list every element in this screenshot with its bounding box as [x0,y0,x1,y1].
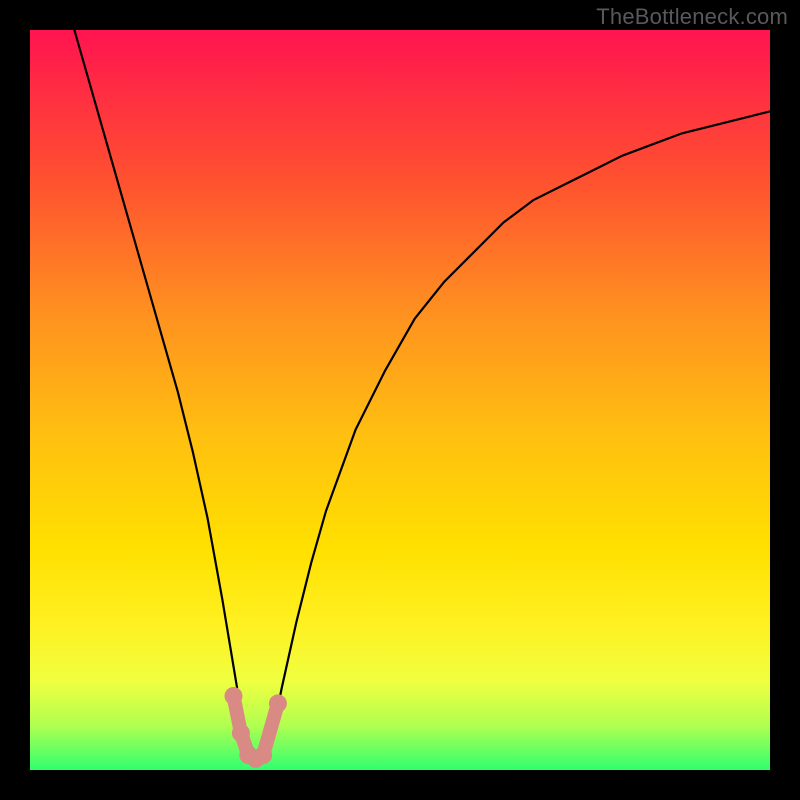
chart-frame: { "watermark": "TheBottleneck.com", "col… [0,0,800,800]
watermark-text: TheBottleneck.com [596,4,788,30]
marker-right-knee [269,694,287,712]
marker-trough-right [254,746,272,764]
chart-svg [0,0,800,800]
marker-left-knee-bot [232,724,250,742]
marker-left-knee-top [225,687,243,705]
